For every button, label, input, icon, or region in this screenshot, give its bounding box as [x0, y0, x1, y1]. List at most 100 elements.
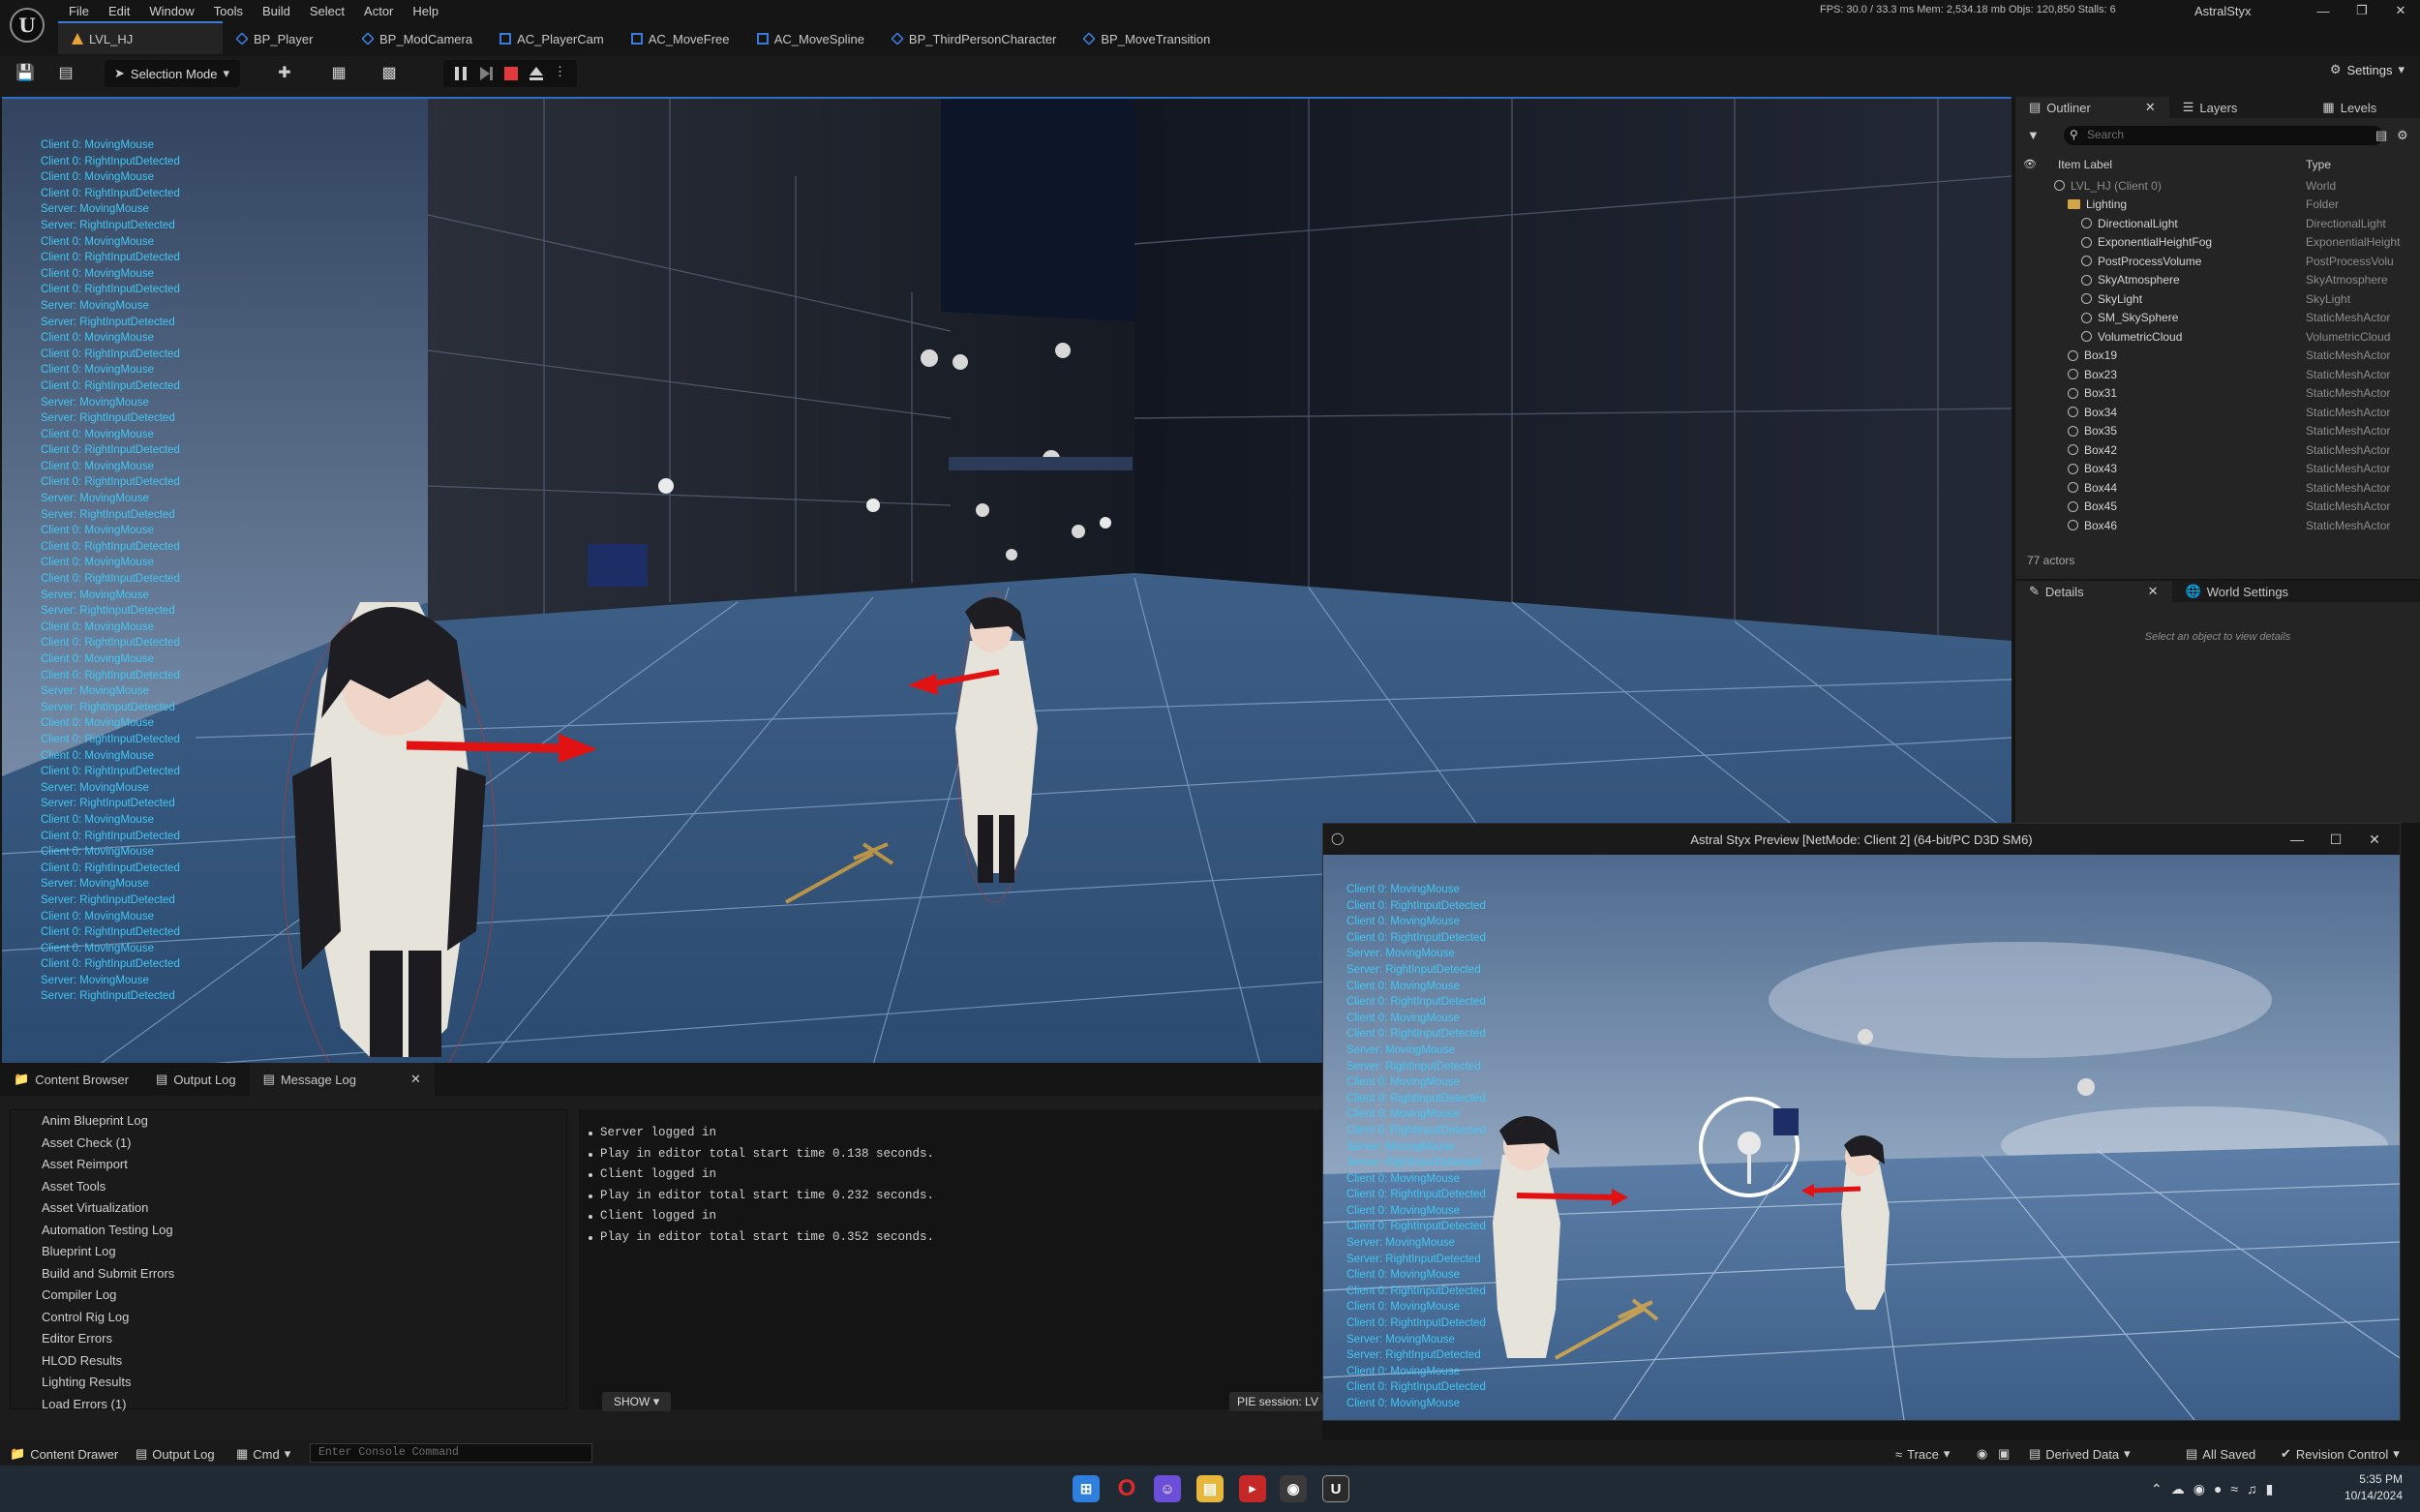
tab-ac-movespline[interactable]: AC_MoveSpline	[743, 21, 878, 54]
add-folder-icon[interactable]: ▤	[2375, 128, 2387, 143]
trace-dropdown[interactable]: ≈ Trace ▾	[1895, 1446, 1950, 1462]
minimize-icon[interactable]: —	[2304, 0, 2343, 21]
record-tray-icon[interactable]: ●	[2214, 1481, 2230, 1497]
discord-icon[interactable]: ☺	[1154, 1475, 1181, 1502]
clock[interactable]: 5:35 PM 10/14/2024	[2344, 1471, 2403, 1504]
log-category-item[interactable]: Asset Virtualization	[11, 1197, 566, 1220]
output-log-button[interactable]: ▤ Output Log	[136, 1446, 215, 1462]
pause-icon[interactable]	[453, 66, 469, 81]
preview-title-bar[interactable]: ◯ Astral Styx Preview [NetMode: Client 2…	[1323, 824, 2400, 855]
tab-ac-playercam[interactable]: AC_PlayerCam	[486, 21, 618, 54]
all-saved-status[interactable]: ▤ All Saved	[2186, 1446, 2255, 1462]
maximize-icon[interactable]: ☐	[2316, 824, 2355, 855]
tab-bp-thirdpersoncharacter[interactable]: BP_ThirdPersonCharacter	[878, 21, 1070, 54]
cmd-dropdown[interactable]: ▦ Cmd ▾	[236, 1446, 290, 1462]
more-options-icon[interactable]: ⋮	[554, 64, 569, 79]
col-type[interactable]: Type	[2306, 158, 2331, 171]
volume-icon[interactable]: ♫	[2247, 1481, 2266, 1497]
outliner-row[interactable]: Lighting Folder	[2015, 196, 2420, 215]
tab-lvl-hj[interactable]: LVL_HJ	[58, 21, 223, 54]
menu-build[interactable]: Build	[256, 2, 297, 20]
step-icon[interactable]	[478, 66, 494, 81]
screenshot-icon[interactable]: ▣	[1998, 1446, 2010, 1462]
open-level-icon[interactable]: ▤	[56, 64, 76, 81]
tab-bp-modcamera[interactable]: BP_ModCamera	[348, 21, 486, 54]
log-category-item[interactable]: Build and Submit Errors	[11, 1263, 566, 1285]
minimize-icon[interactable]: —	[2278, 824, 2316, 855]
file-explorer-icon[interactable]: ▤	[1196, 1475, 1224, 1502]
github-icon[interactable]: ◉	[1280, 1475, 1307, 1502]
outliner-row[interactable]: Box35 StaticMeshActor	[2015, 422, 2420, 441]
outliner-row[interactable]: Box45 StaticMeshActor	[2015, 498, 2420, 517]
tab-content-browser[interactable]: 📁 Content Browser	[0, 1063, 142, 1096]
outliner-row[interactable]: LVL_HJ (Client 0) World	[2015, 176, 2420, 196]
close-icon[interactable]: ✕	[2355, 824, 2394, 855]
outliner-row[interactable]: Box42 StaticMeshActor	[2015, 440, 2420, 460]
outliner-row[interactable]: Box44 StaticMeshActor	[2015, 478, 2420, 498]
wifi-icon[interactable]: ≈	[2230, 1481, 2247, 1497]
start-windows-icon[interactable]: ⊞	[1073, 1475, 1100, 1502]
menu-edit[interactable]: Edit	[102, 2, 136, 20]
tab-ac-movefree[interactable]: AC_MoveFree	[618, 21, 743, 54]
tray-app-icon[interactable]: ◉	[2193, 1481, 2214, 1497]
opera-browser-icon[interactable]: O	[1113, 1475, 1140, 1502]
gear-icon[interactable]: ⚙	[2397, 128, 2408, 143]
console-command-input[interactable]: Enter Console Command	[310, 1443, 592, 1463]
battery-icon[interactable]: ▮	[2266, 1481, 2283, 1497]
media-player-icon[interactable]: ▶	[1239, 1475, 1266, 1502]
close-tab-icon[interactable]: ✕	[410, 1072, 421, 1087]
derived-data-dropdown[interactable]: ▤ Derived Data ▾	[2029, 1446, 2131, 1462]
outliner-row[interactable]: Box43 StaticMeshActor	[2015, 460, 2420, 479]
outliner-search-input[interactable]: ⚲ Search	[2064, 126, 2383, 145]
menu-file[interactable]: File	[62, 2, 96, 20]
cloud-icon[interactable]: ☁	[2171, 1481, 2193, 1497]
tab-output-log[interactable]: ▤ Output Log	[142, 1063, 250, 1096]
log-category-item[interactable]: Automation Testing Log	[11, 1220, 566, 1242]
log-category-item[interactable]: Asset Reimport	[11, 1154, 566, 1176]
log-category-item[interactable]: Asset Tools	[11, 1176, 566, 1198]
outliner-row[interactable]: Box34 StaticMeshActor	[2015, 403, 2420, 422]
outliner-row[interactable]: PostProcessVolume PostProcessVolu	[2015, 252, 2420, 271]
chevron-up-icon[interactable]: ⌃	[2151, 1481, 2171, 1497]
cinematics-icon[interactable]: ▩	[379, 64, 399, 81]
log-category-item[interactable]: Anim Blueprint Log	[11, 1110, 566, 1133]
selection-mode-dropdown[interactable]: ➤ Selection Mode ▾	[105, 60, 240, 87]
stop-icon[interactable]	[503, 66, 519, 81]
menu-actor[interactable]: Actor	[357, 2, 400, 20]
outliner-row[interactable]: SkyAtmosphere SkyAtmosphere	[2015, 271, 2420, 290]
log-category-item[interactable]: HLOD Results	[11, 1350, 566, 1373]
content-drawer-button[interactable]: 📁 Content Drawer	[10, 1446, 118, 1462]
menu-tools[interactable]: Tools	[207, 2, 250, 20]
outliner-row[interactable]: Box19 StaticMeshActor	[2015, 347, 2420, 366]
outliner-row[interactable]: Box31 StaticMeshActor	[2015, 384, 2420, 404]
pie-session-dropdown[interactable]: PIE session: LV	[1229, 1392, 1322, 1411]
show-filter-button[interactable]: SHOW ▾	[602, 1392, 672, 1411]
tab-bp-movetransition[interactable]: BP_MoveTransition	[1070, 21, 1224, 54]
revision-control-dropdown[interactable]: ✔ Revision Control ▾	[2281, 1446, 2400, 1462]
tab-details[interactable]: ✎ Details ✕	[2015, 581, 2172, 602]
log-category-item[interactable]: Asset Check (1)	[11, 1133, 566, 1155]
tab-levels[interactable]: ▦ Levels	[2309, 97, 2390, 118]
log-category-item[interactable]: Lighting Results	[11, 1372, 566, 1394]
outliner-row[interactable]: Box23 StaticMeshActor	[2015, 365, 2420, 384]
blueprint-menu-icon[interactable]: ▦	[329, 64, 348, 81]
add-actor-icon[interactable]: ✚	[275, 64, 294, 81]
tab-outliner[interactable]: ▤ Outliner ✕	[2015, 97, 2169, 118]
tab-message-log[interactable]: ▤ Message Log ✕	[249, 1063, 435, 1096]
log-category-item[interactable]: Load Errors (1)	[11, 1394, 566, 1416]
tab-layers[interactable]: ☰ Layers	[2169, 97, 2252, 118]
outliner-row[interactable]: VolumetricCloud VolumetricCloud	[2015, 327, 2420, 347]
log-category-item[interactable]: Control Rig Log	[11, 1307, 566, 1329]
tab-world-settings[interactable]: 🌐 World Settings	[2172, 581, 2302, 602]
outliner-row[interactable]: SM_SkySphere StaticMeshActor	[2015, 309, 2420, 328]
outliner-row[interactable]: ExponentialHeightFog ExponentialHeight	[2015, 233, 2420, 253]
outliner-row[interactable]: DirectionalLight DirectionalLight	[2015, 214, 2420, 233]
close-icon[interactable]: ✕	[2381, 0, 2420, 21]
restore-icon[interactable]: ❐	[2343, 0, 2381, 21]
menu-select[interactable]: Select	[303, 2, 351, 20]
eject-icon[interactable]	[529, 66, 544, 81]
close-tab-icon[interactable]: ✕	[2145, 100, 2156, 115]
unreal-logo-icon[interactable]: U	[10, 8, 45, 43]
close-tab-icon[interactable]: ✕	[2148, 584, 2159, 599]
log-category-item[interactable]: Blueprint Log	[11, 1241, 566, 1263]
